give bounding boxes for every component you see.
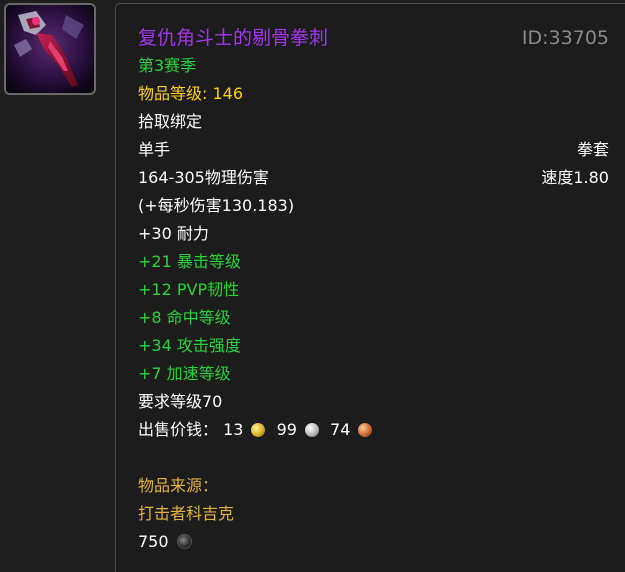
item-name: 复仇角斗士的剔骨拳刺 — [138, 27, 329, 49]
source-label: 物品来源： — [138, 476, 219, 495]
damage-row: 164-305物理伤害 速度1.80 — [138, 166, 609, 190]
sell-price-copper: 74 — [330, 420, 351, 439]
item-tooltip: 复仇角斗士的剔骨拳刺 ID:33705 第3赛季 物品等级: 146 拾取绑定 … — [115, 3, 625, 572]
gold-coin-icon — [251, 423, 266, 437]
source-cost-row: 750 — [138, 530, 609, 554]
item-level-row: 物品等级: 146 — [138, 82, 609, 106]
slot-row: 单手 拳套 — [138, 138, 609, 162]
stat-crit: +21 暴击等级 — [138, 252, 241, 271]
item-name-row: 复仇角斗士的剔骨拳刺 ID:33705 — [138, 26, 609, 50]
sell-price-silver: 99 — [276, 420, 297, 439]
slot-text: 单手 — [138, 140, 171, 159]
item-level-label: 物品等级: — [138, 84, 208, 103]
damage-text: 164-305物理伤害 — [138, 168, 269, 187]
silver-coin-icon — [304, 423, 319, 437]
sell-price-label: 出售价钱： — [138, 420, 219, 439]
dps-text: (+每秒伤害130.183) — [138, 196, 295, 215]
weapon-type: 拳套 — [576, 140, 609, 159]
sell-price-row: 出售价钱： 13 99 74 — [138, 418, 609, 442]
source-cost: 750 — [138, 532, 169, 551]
sell-price-gold: 13 — [223, 420, 244, 439]
stat-hit: +8 命中等级 — [138, 308, 231, 327]
item-level-value: 146 — [212, 84, 244, 103]
stat-attack-power: +34 攻击强度 — [138, 336, 241, 355]
item-icon-frame[interactable] — [4, 3, 96, 95]
source-npc: 打击者科吉克 — [138, 504, 235, 523]
honor-currency-icon — [176, 534, 192, 549]
fist-weapon-icon — [6, 5, 94, 93]
season-label: 第3赛季 — [138, 56, 197, 75]
stat-resilience: +12 PVP韧性 — [138, 280, 240, 299]
required-level: 要求等级70 — [138, 392, 223, 411]
copper-coin-icon — [358, 423, 373, 437]
binding-text: 拾取绑定 — [138, 112, 203, 131]
speed-text: 速度1.80 — [541, 168, 609, 187]
item-id: ID:33705 — [521, 27, 609, 49]
stamina-stat: +30 耐力 — [138, 224, 209, 243]
stat-haste: +7 加速等级 — [138, 364, 231, 383]
